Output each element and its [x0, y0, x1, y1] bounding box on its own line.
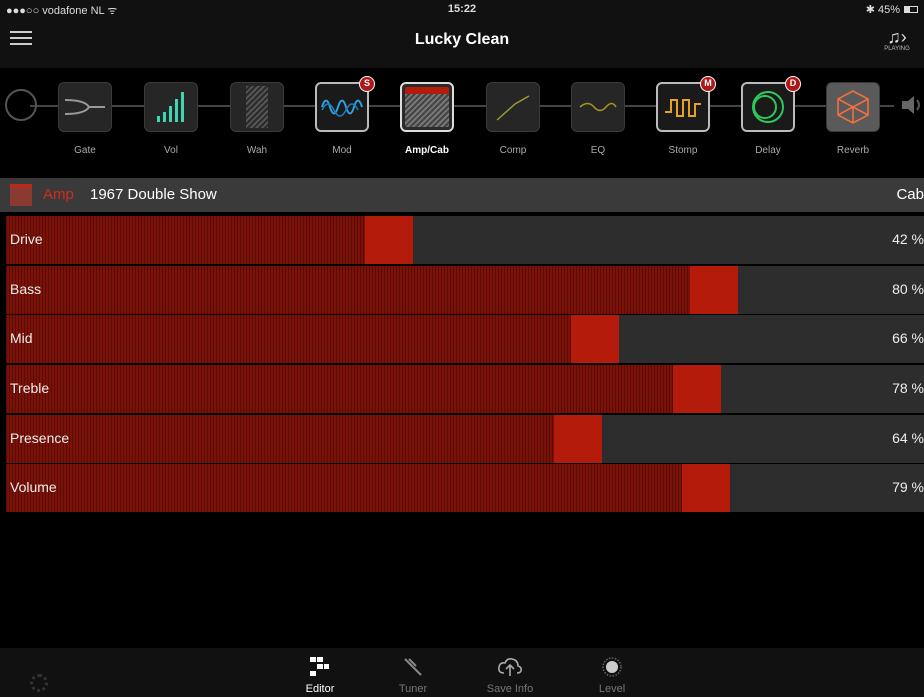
mod-badge: S	[359, 76, 375, 92]
effect-stomp[interactable]: M Stomp	[656, 76, 716, 182]
param-value: 42 %	[892, 231, 924, 247]
battery-icon	[904, 6, 918, 13]
effect-delay[interactable]: D Delay	[741, 76, 801, 182]
gear-icon[interactable]	[30, 674, 48, 692]
param-name: Bass	[10, 280, 42, 297]
tab-label: Level	[598, 683, 626, 695]
param-name: Volume	[10, 479, 57, 496]
amp-thumbnail-icon	[10, 184, 32, 206]
amp-cabinet-icon	[400, 82, 454, 132]
effect-label: Wah	[246, 145, 268, 156]
music-note-icon: ♫›	[887, 27, 907, 47]
param-name: Mid	[10, 330, 33, 347]
param-value: 64 %	[892, 429, 924, 446]
slider-fill	[6, 216, 365, 264]
reverb-cube-icon	[826, 82, 880, 132]
effect-comp[interactable]: Comp	[486, 82, 540, 182]
cab-button[interactable]: Cab	[896, 186, 924, 203]
cloud-upload-icon	[475, 656, 545, 678]
playing-label: PLAYING	[884, 46, 910, 52]
effect-label: Stomp	[668, 145, 698, 156]
effects-chain: Gate Vol Wah S Mod Amp/Cab Comp EQ M Sto…	[0, 68, 924, 178]
drive-slider[interactable]: Drive 42 %	[6, 216, 924, 264]
compressor-curve-icon	[486, 82, 540, 132]
effect-label: Mod	[332, 145, 352, 156]
tab-level[interactable]: Level	[577, 656, 647, 695]
effect-gate[interactable]: Gate	[58, 82, 112, 182]
slider-handle[interactable]	[571, 315, 619, 364]
effect-mod[interactable]: S Mod	[315, 76, 375, 182]
wah-pedal-icon	[230, 82, 284, 132]
stomp-wave-icon: M	[656, 76, 716, 132]
slider-handle[interactable]	[682, 464, 730, 513]
battery-percent: ✱ 45%	[865, 4, 900, 16]
slider-handle[interactable]	[365, 216, 413, 264]
param-value: 78 %	[892, 380, 924, 397]
volume-slider[interactable]: Volume 79 %	[6, 464, 924, 513]
amp-type-label: Amp	[43, 186, 74, 203]
tab-label: Editor	[305, 683, 335, 695]
effect-reverb[interactable]: Reverb	[826, 82, 880, 182]
status-right: ✱ 45%	[866, 3, 918, 16]
amp-model-header[interactable]: Amp 1967 Double Show Cab	[0, 178, 924, 212]
effect-label: Vol	[164, 145, 178, 156]
amp-model-name[interactable]: 1967 Double Show	[90, 186, 217, 203]
presence-slider[interactable]: Presence 64 %	[6, 414, 924, 463]
bass-slider[interactable]: Bass 80 %	[6, 265, 924, 314]
speaker-output-icon	[900, 94, 924, 116]
param-value: 80 %	[892, 280, 924, 297]
slider-fill	[6, 265, 690, 314]
level-knob-icon	[577, 656, 647, 678]
status-time: 15:22	[447, 3, 477, 15]
slider-handle[interactable]	[690, 265, 738, 314]
effect-label: Amp/Cab	[405, 145, 449, 156]
slider-fill	[6, 365, 673, 414]
slider-fill	[6, 464, 682, 513]
mid-slider[interactable]: Mid 66 %	[6, 315, 924, 364]
editor-icon	[285, 656, 355, 678]
stomp-badge: M	[700, 76, 716, 92]
modulation-wave-icon: S	[315, 76, 375, 132]
param-value: 79 %	[892, 479, 924, 496]
slider-fill	[6, 315, 571, 364]
nav-bar: Lucky Clean ♫› PLAYING	[0, 18, 924, 68]
preset-title: Lucky Clean	[414, 31, 510, 48]
param-name: Treble	[10, 380, 50, 397]
playing-button[interactable]: ♫› PLAYING	[878, 28, 916, 52]
slider-handle[interactable]	[673, 365, 721, 414]
slider-fill	[6, 414, 554, 463]
effect-label: EQ	[590, 145, 606, 156]
delay-badge: D	[785, 76, 801, 92]
tab-save-info[interactable]: Save Info	[475, 656, 545, 695]
treble-slider[interactable]: Treble 78 %	[6, 365, 924, 414]
delay-circles-icon: D	[741, 76, 801, 132]
volume-bars-icon	[144, 82, 198, 132]
effect-label: Gate	[74, 145, 96, 156]
effect-amp-cab[interactable]: Amp/Cab	[400, 82, 454, 182]
effect-eq[interactable]: EQ	[571, 82, 625, 182]
slider-handle[interactable]	[554, 414, 602, 463]
tab-label: Tuner	[398, 683, 428, 695]
tuner-fork-icon	[378, 656, 448, 678]
effect-label: Reverb	[836, 145, 870, 156]
gate-icon	[58, 82, 112, 132]
eq-curve-icon	[571, 82, 625, 132]
effect-label: Delay	[755, 145, 781, 156]
param-name: Drive	[10, 231, 43, 247]
effect-wah[interactable]: Wah	[230, 82, 284, 182]
tab-label: Save Info	[486, 683, 534, 695]
status-bar: ●●●○○ vodafone NL ᯤ 15:22 ✱ 45%	[0, 0, 924, 18]
param-name: Presence	[10, 429, 70, 446]
effect-vol[interactable]: Vol	[144, 82, 198, 182]
param-value: 66 %	[892, 330, 924, 347]
tab-tuner[interactable]: Tuner	[378, 656, 448, 695]
guitar-input-icon	[5, 89, 37, 121]
parameter-list: Drive 42 % Bass 80 % Mid 66 % Treble 78 …	[6, 216, 924, 514]
effect-label: Comp	[499, 145, 527, 156]
tab-bar: Editor Tuner Save Info Level	[0, 648, 924, 697]
tab-editor[interactable]: Editor	[285, 656, 355, 695]
